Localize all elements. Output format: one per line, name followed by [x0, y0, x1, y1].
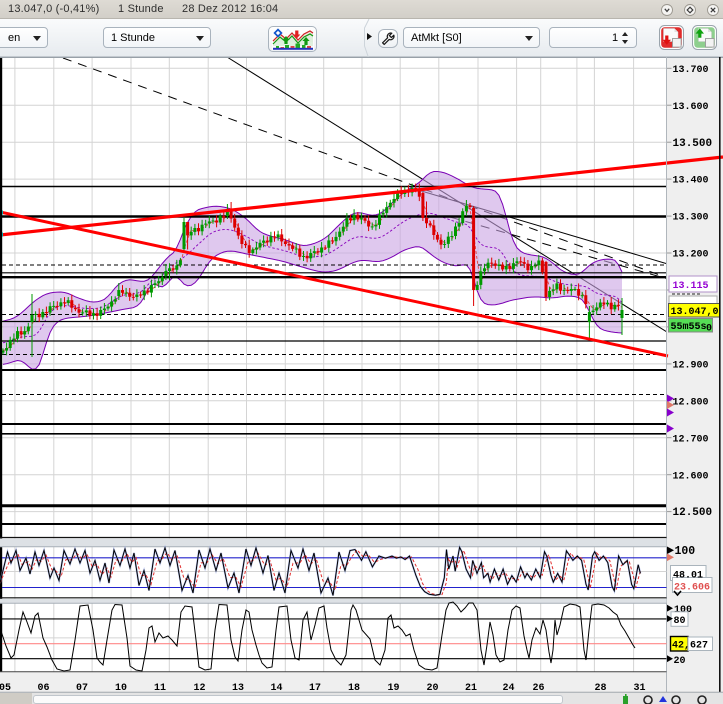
svg-text:42,627: 42,627 — [672, 641, 708, 652]
svg-text:13.115: 13.115 — [673, 281, 709, 292]
svg-text:55m55s: 55m55s — [671, 322, 707, 333]
svg-text:20: 20 — [674, 656, 686, 667]
svg-text:12.600: 12.600 — [673, 471, 709, 482]
svg-text:48.01: 48.01 — [673, 570, 703, 581]
svg-text:12.800: 12.800 — [673, 397, 709, 408]
svg-text:13.200: 13.200 — [673, 250, 709, 261]
svg-text:13.400: 13.400 — [673, 176, 709, 187]
svg-text:13.300: 13.300 — [673, 213, 709, 224]
svg-text:80: 80 — [674, 616, 686, 627]
svg-text:13.700: 13.700 — [673, 65, 709, 76]
svg-text:12.500: 12.500 — [673, 507, 713, 519]
svg-text:0: 0 — [706, 324, 712, 335]
svg-text:100: 100 — [675, 545, 696, 558]
svg-text:12.900: 12.900 — [673, 361, 709, 372]
svg-text:13.500: 13.500 — [673, 138, 713, 150]
svg-text:13.600: 13.600 — [673, 102, 709, 113]
svg-text:12.700: 12.700 — [673, 434, 709, 445]
svg-text:13.047,0: 13.047,0 — [671, 307, 719, 318]
